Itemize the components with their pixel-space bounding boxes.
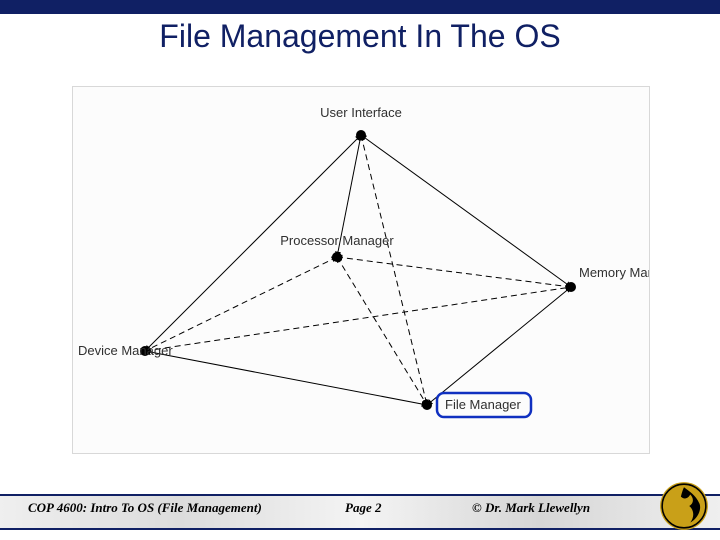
node-ui: [356, 130, 366, 140]
footer-author: © Dr. Mark Llewellyn: [472, 500, 590, 516]
slide-footer: COP 4600: Intro To OS (File Management) …: [0, 488, 720, 532]
label-ui: User Interface: [320, 105, 402, 120]
top-accent-bar: [0, 0, 720, 14]
label-processor: Processor Manager: [280, 233, 394, 248]
node-processor: [332, 252, 342, 262]
footer-course: COP 4600: Intro To OS (File Management): [28, 500, 262, 516]
node-memory: [566, 282, 576, 292]
os-managers-diagram: User Interface Processor Manager Memory …: [72, 86, 650, 454]
footer-page: Page 2: [345, 500, 381, 516]
diagram-nodes: [140, 130, 576, 410]
diagram-dashed-edges: [145, 135, 571, 405]
label-memory: Memory Manager: [579, 265, 649, 280]
label-file: File Manager: [445, 397, 522, 412]
slide-title: File Management In The OS: [0, 18, 720, 55]
ucf-logo-icon: [658, 480, 710, 532]
diagram-solid-edges: [145, 135, 571, 405]
label-device: Device Manager: [78, 343, 173, 358]
node-file: [422, 400, 432, 410]
slide: File Management In The OS: [0, 0, 720, 540]
